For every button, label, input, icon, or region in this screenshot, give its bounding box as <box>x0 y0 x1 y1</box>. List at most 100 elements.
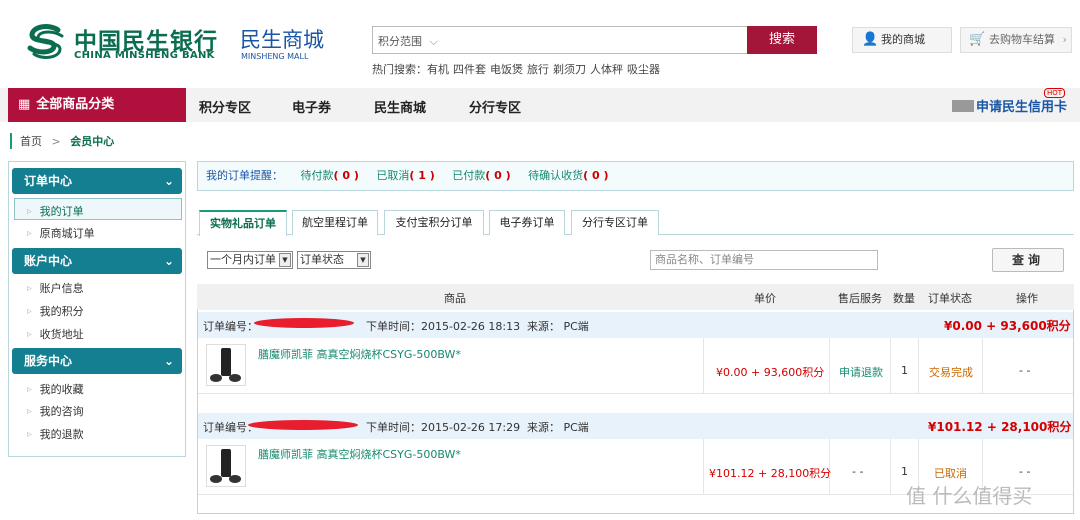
sidebar-item-favorites[interactable]: 我的收藏 <box>27 381 84 397</box>
col-price: 单价 <box>754 292 776 305</box>
tab-alipay-points-orders[interactable]: 支付宝积分订单 <box>384 210 484 235</box>
reminder-item-count: ( 0 ) <box>333 169 359 182</box>
grid-icon: ▦ <box>18 97 31 112</box>
product-link[interactable]: 膳魔师凯菲 高真空焖烧杯CSYG-500BW* <box>258 346 461 362</box>
dropdown-arrow-icon: ▼ <box>357 253 369 267</box>
breadcrumb-current: 会员中心 <box>70 135 115 148</box>
tab-physical-gift-orders[interactable]: 实物礼品订单 <box>199 210 287 236</box>
request-refund-link[interactable]: 申请退款 <box>839 364 883 380</box>
status-select-value: 订单状态 <box>300 253 344 266</box>
product-link[interactable]: 膳魔师凯菲 高真空焖烧杯CSYG-500BW* <box>258 446 461 462</box>
hot-term[interactable]: 旅行 <box>527 63 549 76</box>
order-search-input[interactable]: 商品名称、订单编号 <box>650 250 878 270</box>
quantity: 1 <box>901 465 908 478</box>
nav-item-ecoupon[interactable]: 电子券 <box>292 97 331 116</box>
search-button[interactable]: 搜索 <box>747 26 817 54</box>
hot-term[interactable]: 吸尘器 <box>627 63 660 76</box>
cell-divider <box>703 338 704 394</box>
sidebar-item-account-info[interactable]: 账户信息 <box>27 280 84 296</box>
all-categories-button[interactable]: ▦ 全部商品分类 <box>8 88 186 122</box>
period-select-value: 一个月内订单 <box>210 253 276 266</box>
order-status: 已取消 <box>934 467 967 480</box>
sidebar-item-my-points[interactable]: 我的积分 <box>27 303 84 319</box>
minsheng-logo-icon <box>27 24 64 59</box>
product-thumbnail[interactable] <box>206 445 246 487</box>
credit-card-label: 申请民生信用卡 <box>976 100 1068 115</box>
sidebar-item-old-orders[interactable]: 原商城订单 <box>27 225 95 241</box>
mall-name-en: MINSHENG MALL <box>241 52 309 61</box>
sidebar-item-label: 我的订单 <box>39 205 84 218</box>
sidebar-item-address[interactable]: 收货地址 <box>27 326 84 342</box>
breadcrumb-separator: > <box>51 135 61 148</box>
query-button[interactable]: 查询 <box>992 248 1064 272</box>
status-select[interactable]: 订单状态 ▼ <box>297 251 371 269</box>
sidebar-item-inquiries[interactable]: 我的咨询 <box>27 403 84 419</box>
reminder-item-label: 已取消 <box>376 169 410 182</box>
cart-button[interactable]: 🛒 去购物车结算 › <box>960 27 1072 53</box>
hot-search-label: 热门搜索： <box>372 63 427 76</box>
order-time: 下单时间：2015-02-26 18:13 <box>366 320 521 333</box>
nav-item-points[interactable]: 积分专区 <box>199 97 251 116</box>
tab-ecoupon-orders[interactable]: 电子券订单 <box>489 210 565 235</box>
breadcrumb-home[interactable]: 首页 <box>20 135 42 148</box>
thermos-image-icon <box>210 348 241 382</box>
reminder-pending-payment[interactable]: 待付款( 0 ) <box>301 169 359 182</box>
sidebar-section-title: 账户中心 <box>24 254 73 268</box>
hot-search-bar: 热门搜索：有机 四件套 电饭煲 旅行 剃须刀 人体秤 吸尘器 <box>372 61 664 77</box>
hot-term[interactable]: 有机 <box>427 63 449 76</box>
my-mall-label: 我的商城 <box>881 33 925 46</box>
thermos-image-icon <box>210 449 241 483</box>
sidebar-section-service[interactable]: 服务中心 ⌄ <box>12 348 182 374</box>
tab-branch-orders[interactable]: 分行专区订单 <box>571 210 659 235</box>
sidebar-section-account[interactable]: 账户中心 ⌄ <box>12 248 182 274</box>
sidebar-item-label: 账户信息 <box>39 282 84 295</box>
search-scope-select[interactable]: 积分范围 ⌵ <box>378 33 438 49</box>
redaction-mark <box>254 318 354 328</box>
hot-term[interactable]: 剃须刀 <box>553 63 586 76</box>
cell-divider <box>918 338 919 394</box>
user-icon: 👤 <box>862 32 879 47</box>
col-qty: 数量 <box>893 292 915 305</box>
order-source: 来源： PC端 <box>527 320 589 333</box>
hot-term[interactable]: 人体秤 <box>590 63 623 76</box>
cart-icon: 🛒 <box>969 32 986 47</box>
reminder-awaiting-receipt[interactable]: 待确认收货( 0 ) <box>528 169 608 182</box>
sidebar-item-my-orders[interactable]: 我的订单 <box>27 203 84 219</box>
reminder-paid[interactable]: 已付款( 0 ) <box>452 169 510 182</box>
order-time: 下单时间：2015-02-26 17:29 <box>366 421 521 434</box>
unit-price: ¥0.00 + 93,600积分 <box>716 366 825 379</box>
apply-credit-card-link[interactable]: 申请民生信用卡 <box>952 96 1067 115</box>
watermark: 值 什么值得买 <box>906 484 1033 508</box>
sidebar-section-orders[interactable]: 订单中心 ⌄ <box>12 168 182 194</box>
mall-name-cn[interactable]: 民生商城 <box>240 24 324 54</box>
cart-label: 去购物车结算 <box>989 33 1055 46</box>
col-status: 订单状态 <box>928 292 972 305</box>
cell-divider <box>829 338 830 394</box>
order-source: 来源： PC端 <box>527 421 589 434</box>
cell-divider <box>982 338 983 394</box>
hot-term[interactable]: 四件套 <box>453 63 486 76</box>
nav-item-mall[interactable]: 民生商城 <box>374 97 426 116</box>
my-mall-button[interactable]: 👤 我的商城 <box>852 27 952 53</box>
col-action: 操作 <box>1016 292 1038 305</box>
reminder-item-count: ( 0 ) <box>583 169 609 182</box>
reminder-cancelled[interactable]: 已取消( 1 ) <box>376 169 434 182</box>
cell-divider <box>890 439 891 495</box>
after-sale-none: - - <box>852 465 864 478</box>
period-select[interactable]: 一个月内订单 ▼ <box>207 251 293 269</box>
product-thumbnail[interactable] <box>206 344 246 386</box>
order-action: - - <box>1019 465 1031 478</box>
order-status: 交易完成 <box>929 366 973 379</box>
order-total: ¥0.00 + 93,600积分 <box>944 319 1071 333</box>
sidebar-section-title: 服务中心 <box>24 354 73 368</box>
nav-item-branch[interactable]: 分行专区 <box>469 97 521 116</box>
tab-airline-miles-orders[interactable]: 航空里程订单 <box>292 210 378 235</box>
cell-divider <box>890 338 891 394</box>
reminder-item-label: 已付款 <box>452 169 486 182</box>
order-total: ¥101.12 + 28,100积分 <box>928 420 1072 434</box>
sidebar-item-refunds[interactable]: 我的退款 <box>27 426 84 442</box>
breadcrumb: 首页 > 会员中心 <box>10 133 114 149</box>
hot-term[interactable]: 电饭煲 <box>490 63 523 76</box>
sidebar-item-label: 原商城订单 <box>39 227 95 240</box>
sidebar-item-label: 我的退款 <box>39 428 84 441</box>
